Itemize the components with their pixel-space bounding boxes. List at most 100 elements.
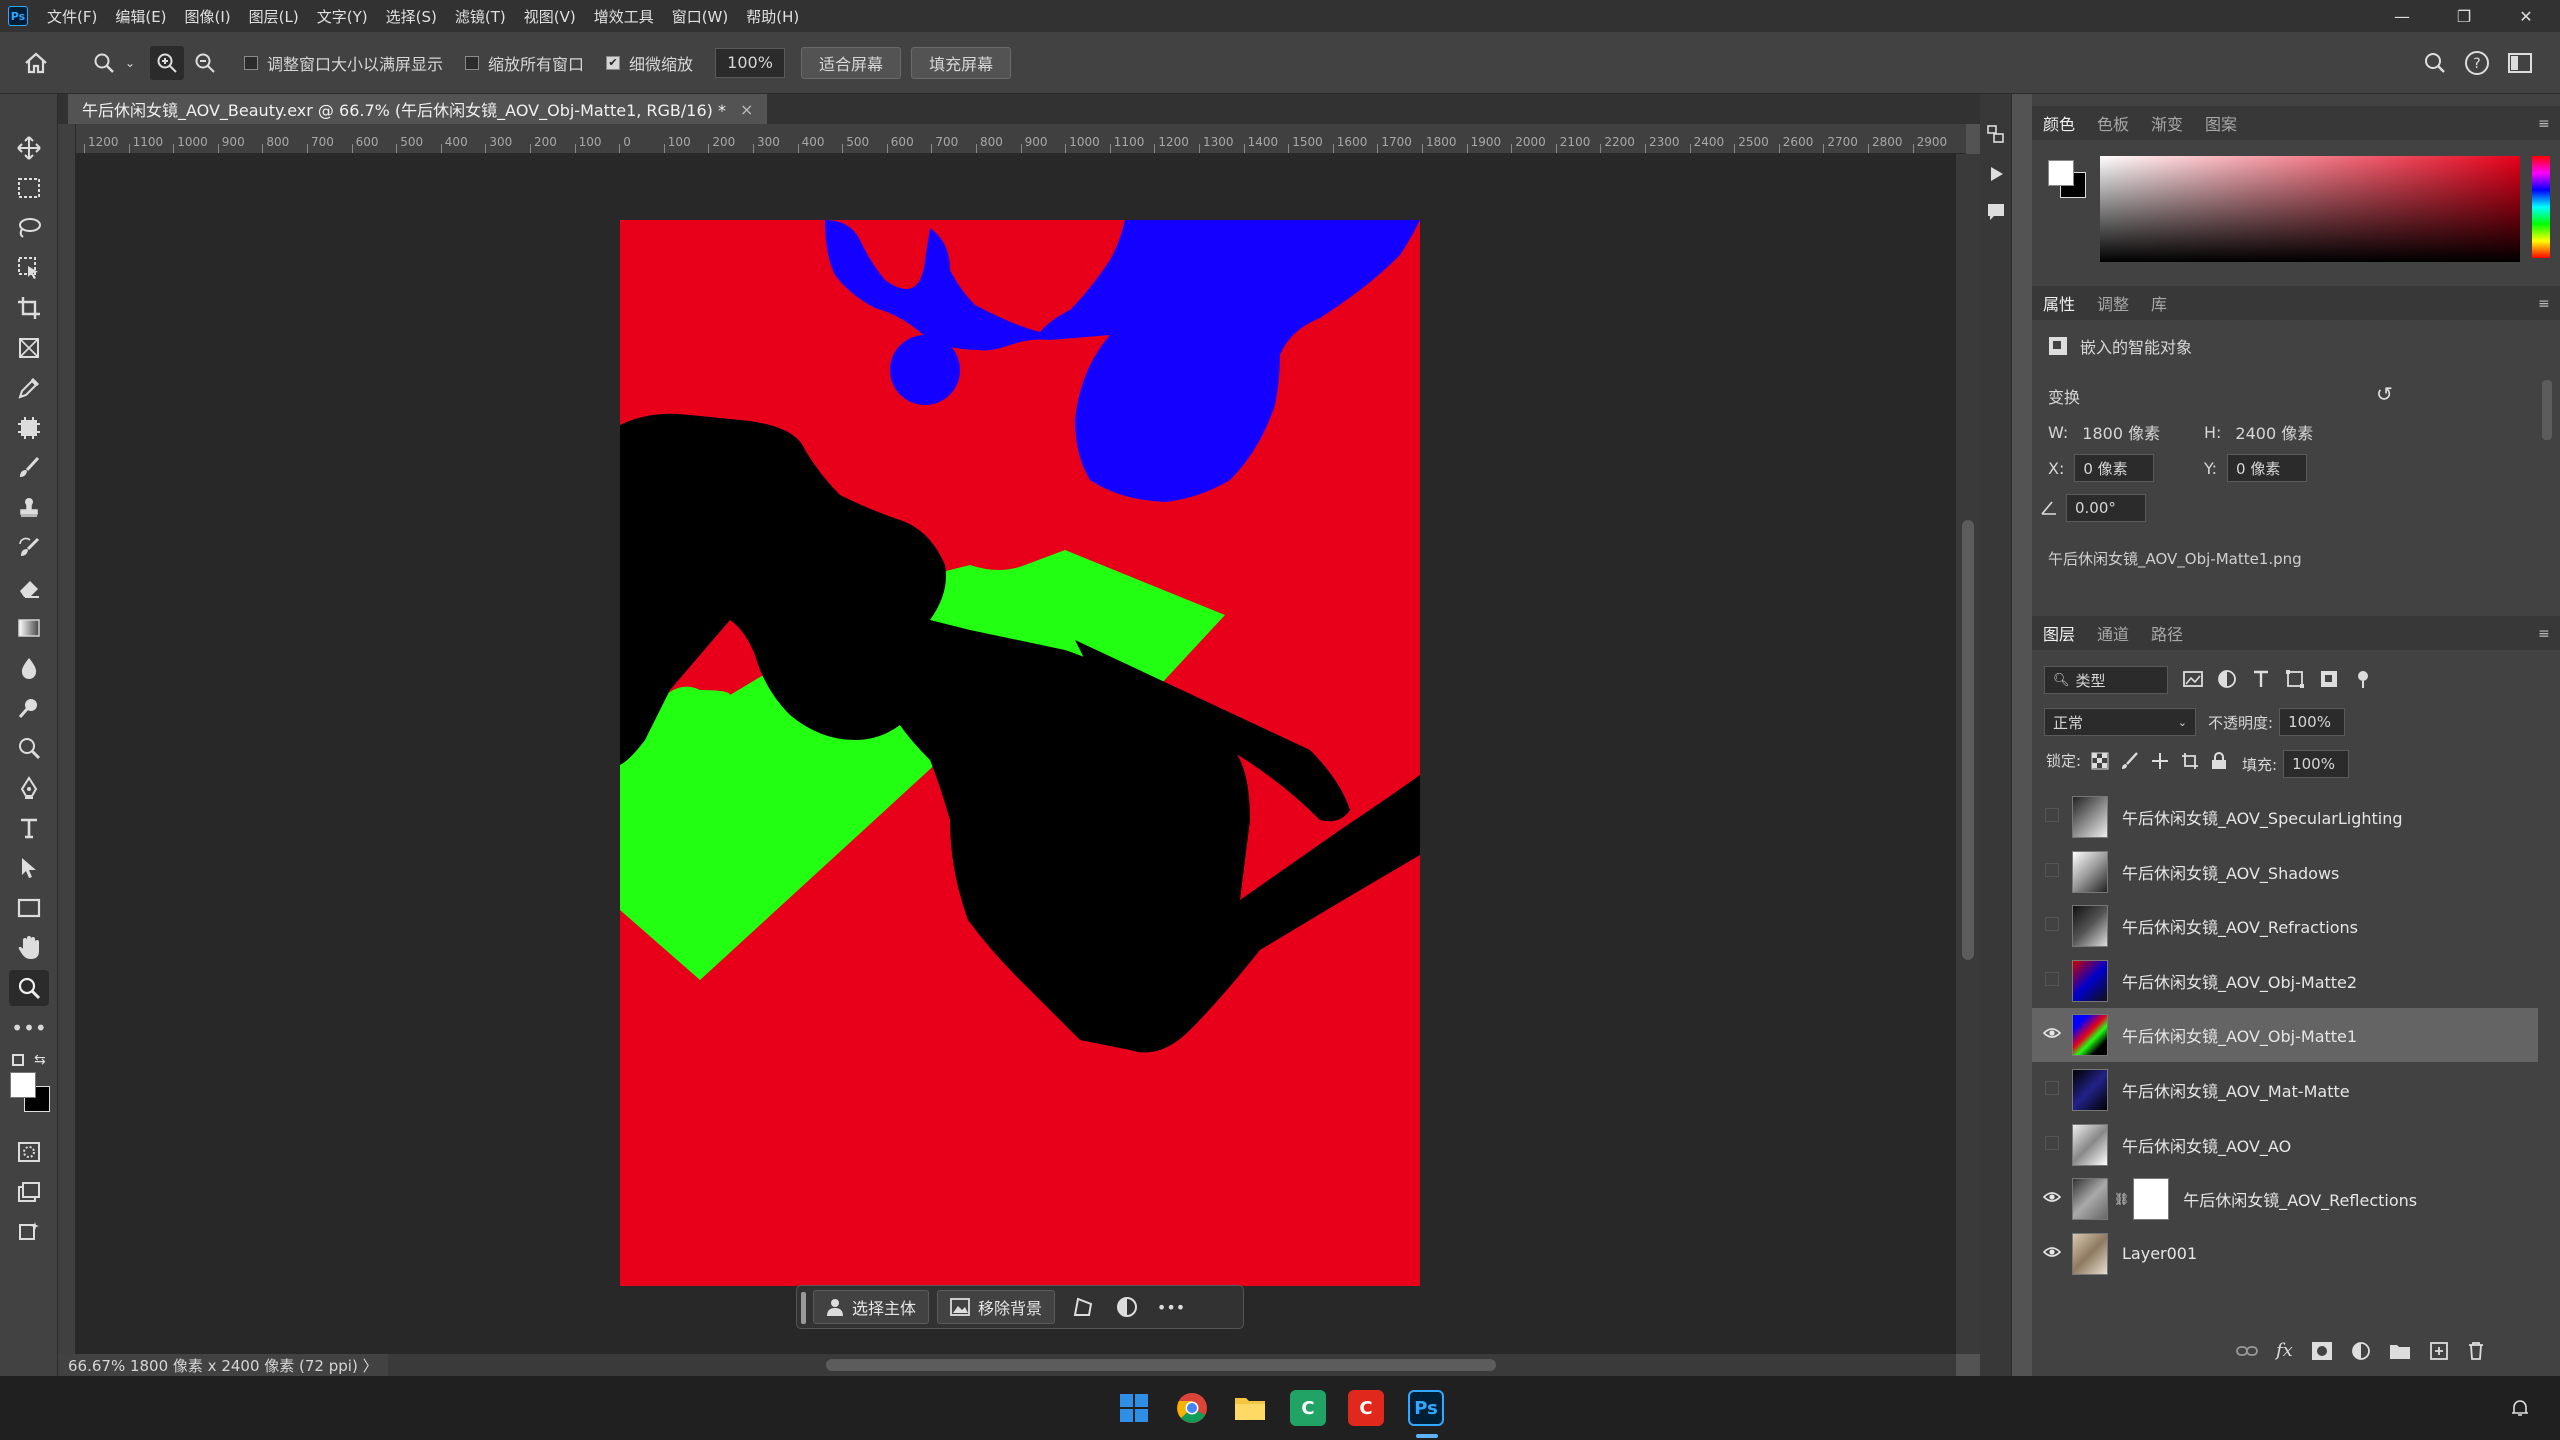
help-icon[interactable]: ? bbox=[2462, 48, 2492, 78]
more-options-icon[interactable]: ••• bbox=[1153, 1298, 1189, 1317]
menu-type[interactable]: 文字(Y) bbox=[308, 6, 377, 27]
layer-row[interactable]: 午后休闲女镜_AOV_AO bbox=[2032, 1118, 2538, 1172]
layer-filter-select[interactable]: 🔍︎ 类型 bbox=[2044, 666, 2168, 694]
resize-windows-checkbox[interactable] bbox=[244, 55, 258, 70]
filter-toggle-icon[interactable] bbox=[2352, 668, 2374, 690]
layer-thumbnail[interactable] bbox=[2072, 1123, 2108, 1166]
delete-layer-icon[interactable] bbox=[2467, 1341, 2485, 1361]
layer-row[interactable]: ⛓ 午后休闲女镜_AOV_Reflections bbox=[2032, 1172, 2538, 1226]
menu-view[interactable]: 视图(V) bbox=[515, 6, 585, 27]
blur-tool-icon[interactable] bbox=[9, 650, 49, 686]
eye-hidden-icon[interactable] bbox=[2032, 971, 2072, 990]
layers-menu-icon[interactable]: ≡ bbox=[2538, 626, 2550, 642]
tab-color[interactable]: 颜色 bbox=[2032, 111, 2086, 135]
stamp-tool-icon[interactable] bbox=[9, 490, 49, 526]
more-tools-icon[interactable]: ••• bbox=[9, 1010, 49, 1046]
eye-icon[interactable] bbox=[2032, 1027, 2072, 1043]
lock-transparency-icon[interactable] bbox=[2091, 752, 2109, 770]
new-adjustment-layer-icon[interactable] bbox=[2351, 1341, 2371, 1361]
smudge-tool-icon[interactable] bbox=[9, 730, 49, 766]
color-field[interactable] bbox=[2100, 156, 2520, 262]
hand-tool-icon[interactable] bbox=[9, 930, 49, 966]
new-group-icon[interactable] bbox=[2389, 1342, 2411, 1360]
dodge-tool-icon[interactable] bbox=[9, 690, 49, 726]
search-icon[interactable] bbox=[2420, 48, 2450, 78]
zoom-value-field[interactable]: 100% bbox=[715, 47, 786, 78]
filter-shape-icon[interactable] bbox=[2284, 668, 2306, 690]
move-tool-icon[interactable] bbox=[9, 130, 49, 166]
eraser-tool-icon[interactable] bbox=[9, 570, 49, 606]
rectangle-tool-icon[interactable] bbox=[9, 890, 49, 926]
lasso-tool-icon[interactable] bbox=[9, 210, 49, 246]
history-panel-icon[interactable] bbox=[1984, 122, 2008, 146]
zoom-tool-icon[interactable] bbox=[86, 52, 122, 74]
menu-edit[interactable]: 编辑(E) bbox=[106, 6, 175, 27]
filter-type-icon[interactable] bbox=[2250, 668, 2272, 690]
close-button[interactable]: ✕ bbox=[2500, 0, 2552, 32]
zoom-out-icon[interactable] bbox=[188, 52, 222, 74]
green-app-icon[interactable]: C bbox=[1290, 1390, 1326, 1426]
menu-filter[interactable]: 滤镜(T) bbox=[446, 6, 515, 27]
color-panel-menu-icon[interactable]: ≡ bbox=[2538, 116, 2550, 132]
layer-thumbnail[interactable] bbox=[2072, 1232, 2108, 1275]
menu-layer[interactable]: 图层(L) bbox=[240, 6, 308, 27]
filter-adjustment-icon[interactable] bbox=[2216, 668, 2238, 690]
frame-tool-icon[interactable] bbox=[9, 330, 49, 366]
zoom-all-checkbox[interactable] bbox=[465, 55, 480, 70]
layer-thumbnail[interactable] bbox=[2072, 1069, 2108, 1111]
photoshop-taskbar-icon[interactable]: Ps bbox=[1408, 1390, 1444, 1426]
brush-tool-icon[interactable] bbox=[9, 450, 49, 486]
layer-thumbnail[interactable] bbox=[2072, 796, 2108, 838]
document-image[interactable] bbox=[620, 220, 1420, 1286]
fill-field[interactable]: 100% bbox=[2283, 750, 2350, 778]
fill-screen-button[interactable]: 填充屏幕 bbox=[911, 46, 1012, 79]
angle-field[interactable]: 0.00° bbox=[2066, 494, 2146, 522]
layer-thumbnail[interactable] bbox=[2072, 1178, 2108, 1221]
patch-tool-icon[interactable] bbox=[9, 410, 49, 446]
tab-swatches[interactable]: 色板 bbox=[2086, 111, 2140, 135]
layer-row[interactable]: Layer001 bbox=[2032, 1227, 2538, 1281]
lock-artboard-icon[interactable] bbox=[2181, 752, 2199, 770]
layer-row[interactable]: 午后休闲女镜_AOV_Refractions bbox=[2032, 899, 2538, 953]
vertical-scrollbar[interactable] bbox=[1956, 154, 1980, 1354]
lock-pixels-icon[interactable] bbox=[2121, 751, 2139, 770]
workspace-icon[interactable] bbox=[2505, 48, 2535, 78]
menu-select[interactable]: 选择(S) bbox=[377, 6, 446, 27]
tab-patterns[interactable]: 图案 bbox=[2194, 111, 2248, 135]
color-fg-swatch[interactable] bbox=[2048, 160, 2074, 186]
blend-mode-select[interactable]: 正常 ⌄ bbox=[2044, 708, 2196, 736]
tab-adjustments[interactable]: 调整 bbox=[2086, 291, 2140, 315]
lock-all-icon[interactable] bbox=[2211, 751, 2227, 770]
tab-libraries[interactable]: 库 bbox=[2140, 291, 2178, 315]
default-colors-icon[interactable] bbox=[12, 1054, 24, 1066]
type-tool-icon[interactable] bbox=[9, 810, 49, 846]
mask-link-icon[interactable]: ⛓ bbox=[2114, 1192, 2129, 1206]
width-value[interactable]: 1800 像素 bbox=[2082, 420, 2160, 444]
layer-style-icon[interactable]: fx bbox=[2276, 1340, 2293, 1361]
eye-hidden-icon[interactable] bbox=[2032, 808, 2072, 826]
reset-transform-icon[interactable]: ↺ bbox=[2376, 382, 2393, 406]
eye-hidden-icon[interactable] bbox=[2032, 1135, 2072, 1154]
layer-row[interactable]: 午后休闲女镜_AOV_Obj-Matte2 bbox=[2032, 954, 2538, 1008]
layer-thumbnail[interactable] bbox=[2072, 850, 2108, 893]
red-app-icon[interactable]: C bbox=[1348, 1390, 1384, 1426]
eye-hidden-icon[interactable] bbox=[2032, 917, 2072, 935]
tab-channels[interactable]: 通道 bbox=[2086, 621, 2140, 645]
menu-image[interactable]: 图像(I) bbox=[176, 6, 240, 27]
start-icon[interactable] bbox=[1116, 1390, 1152, 1426]
filter-smart-object-icon[interactable] bbox=[2318, 668, 2340, 690]
eye-hidden-icon[interactable] bbox=[2032, 862, 2072, 881]
resize-windows-option[interactable]: 调整窗口大小以满屏显示 bbox=[244, 51, 443, 75]
layer-thumbnail[interactable] bbox=[2072, 959, 2108, 1002]
actions-play-icon[interactable] bbox=[1984, 162, 2008, 186]
file-explorer-icon[interactable] bbox=[1232, 1390, 1268, 1426]
tab-gradients[interactable]: 渐变 bbox=[2140, 111, 2194, 135]
remove-background-button[interactable]: 移除背景 bbox=[937, 1290, 1056, 1324]
drag-handle[interactable] bbox=[801, 1292, 806, 1324]
close-tab-icon[interactable]: × bbox=[740, 100, 753, 119]
layer-row[interactable]: 午后休闲女镜_AOV_Mat-Matte bbox=[2032, 1063, 2538, 1117]
chrome-icon[interactable] bbox=[1174, 1390, 1210, 1426]
tab-paths[interactable]: 路径 bbox=[2140, 621, 2194, 645]
document-tab[interactable]: 午后休闲女镜_AOV_Beauty.exr @ 66.7% (午后休闲女镜_AO… bbox=[68, 94, 768, 124]
height-value[interactable]: 2400 像素 bbox=[2235, 420, 2313, 444]
